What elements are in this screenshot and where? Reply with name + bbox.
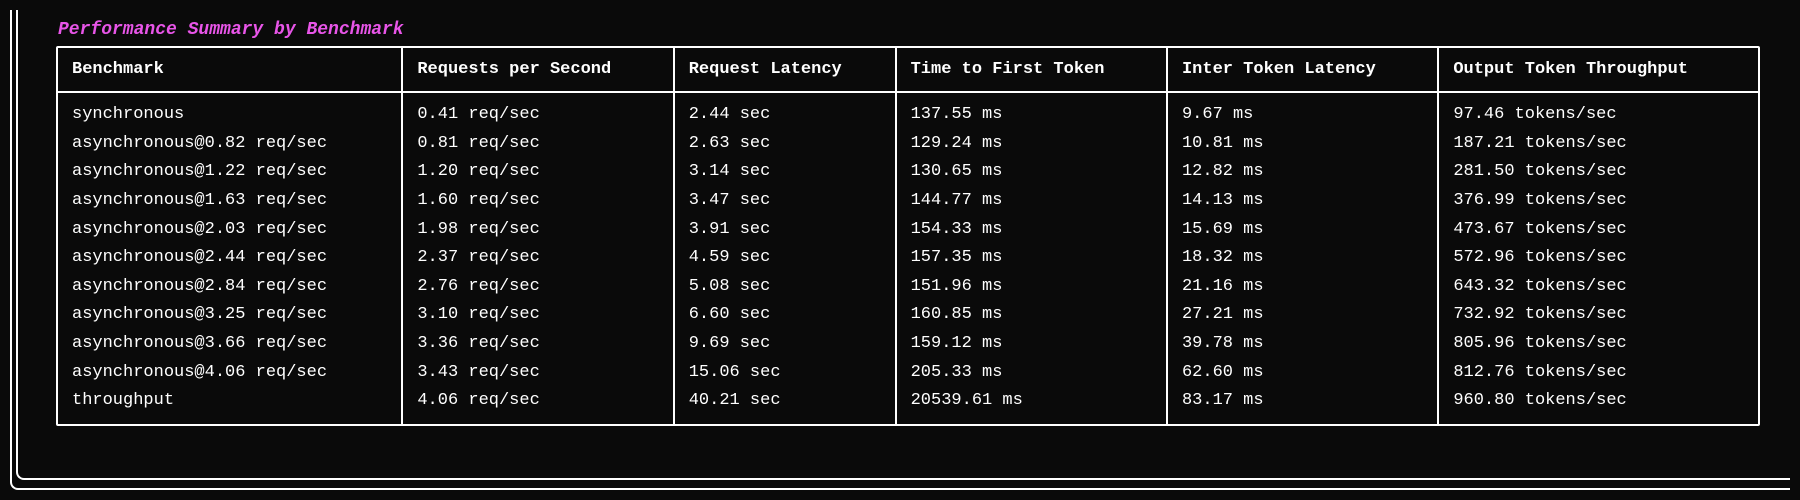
section-title: Performance Summary by Benchmark: [56, 20, 1760, 40]
table-row: asynchronous@0.82 req/sec0.81 req/sec2.6…: [58, 130, 1758, 159]
cell-benchmark: asynchronous@2.84 req/sec: [58, 273, 402, 302]
table-row: asynchronous@2.03 req/sec1.98 req/sec3.9…: [58, 216, 1758, 245]
table-body: synchronous0.41 req/sec2.44 sec137.55 ms…: [58, 92, 1758, 424]
cell-throughput: 187.21 tokens/sec: [1438, 130, 1758, 159]
col-header-itl: Inter Token Latency: [1167, 48, 1438, 92]
cell-latency: 2.44 sec: [674, 92, 896, 130]
cell-benchmark: synchronous: [58, 92, 402, 130]
cell-rps: 0.81 req/sec: [402, 130, 673, 159]
cell-throughput: 960.80 tokens/sec: [1438, 387, 1758, 424]
cell-benchmark: asynchronous@2.44 req/sec: [58, 244, 402, 273]
table-row: asynchronous@1.22 req/sec1.20 req/sec3.1…: [58, 158, 1758, 187]
cell-ttft: 154.33 ms: [896, 216, 1167, 245]
cell-itl: 14.13 ms: [1167, 187, 1438, 216]
cell-benchmark: asynchronous@4.06 req/sec: [58, 359, 402, 388]
cell-ttft: 160.85 ms: [896, 301, 1167, 330]
cell-latency: 2.63 sec: [674, 130, 896, 159]
cell-latency: 6.60 sec: [674, 301, 896, 330]
cell-ttft: 129.24 ms: [896, 130, 1167, 159]
cell-throughput: 281.50 tokens/sec: [1438, 158, 1758, 187]
col-header-throughput: Output Token Throughput: [1438, 48, 1758, 92]
cell-itl: 21.16 ms: [1167, 273, 1438, 302]
cell-itl: 83.17 ms: [1167, 387, 1438, 424]
cell-latency: 5.08 sec: [674, 273, 896, 302]
table-row: asynchronous@1.63 req/sec1.60 req/sec3.4…: [58, 187, 1758, 216]
table-row: asynchronous@3.66 req/sec3.36 req/sec9.6…: [58, 330, 1758, 359]
cell-benchmark: throughput: [58, 387, 402, 424]
table-row: synchronous0.41 req/sec2.44 sec137.55 ms…: [58, 92, 1758, 130]
outer-panel-border: Performance Summary by Benchmark Benchma…: [10, 10, 1790, 490]
cell-latency: 15.06 sec: [674, 359, 896, 388]
cell-ttft: 157.35 ms: [896, 244, 1167, 273]
cell-benchmark: asynchronous@3.66 req/sec: [58, 330, 402, 359]
cell-ttft: 144.77 ms: [896, 187, 1167, 216]
cell-ttft: 130.65 ms: [896, 158, 1167, 187]
cell-latency: 3.14 sec: [674, 158, 896, 187]
cell-throughput: 572.96 tokens/sec: [1438, 244, 1758, 273]
cell-throughput: 376.99 tokens/sec: [1438, 187, 1758, 216]
table-header-row: Benchmark Requests per Second Request La…: [58, 48, 1758, 92]
col-header-ttft: Time to First Token: [896, 48, 1167, 92]
cell-itl: 27.21 ms: [1167, 301, 1438, 330]
cell-rps: 1.60 req/sec: [402, 187, 673, 216]
table-wrapper: Benchmark Requests per Second Request La…: [56, 46, 1760, 426]
cell-rps: 3.36 req/sec: [402, 330, 673, 359]
cell-ttft: 137.55 ms: [896, 92, 1167, 130]
col-header-benchmark: Benchmark: [58, 48, 402, 92]
cell-latency: 9.69 sec: [674, 330, 896, 359]
cell-rps: 1.98 req/sec: [402, 216, 673, 245]
cell-latency: 40.21 sec: [674, 387, 896, 424]
cell-benchmark: asynchronous@3.25 req/sec: [58, 301, 402, 330]
cell-ttft: 151.96 ms: [896, 273, 1167, 302]
table-row: asynchronous@3.25 req/sec3.10 req/sec6.6…: [58, 301, 1758, 330]
table-row: asynchronous@2.84 req/sec2.76 req/sec5.0…: [58, 273, 1758, 302]
mid-panel-border: Performance Summary by Benchmark Benchma…: [16, 10, 1790, 480]
cell-rps: 0.41 req/sec: [402, 92, 673, 130]
cell-ttft: 159.12 ms: [896, 330, 1167, 359]
cell-itl: 10.81 ms: [1167, 130, 1438, 159]
cell-itl: 15.69 ms: [1167, 216, 1438, 245]
cell-throughput: 812.76 tokens/sec: [1438, 359, 1758, 388]
cell-itl: 9.67 ms: [1167, 92, 1438, 130]
cell-benchmark: asynchronous@2.03 req/sec: [58, 216, 402, 245]
cell-benchmark: asynchronous@0.82 req/sec: [58, 130, 402, 159]
performance-table: Benchmark Requests per Second Request La…: [58, 48, 1758, 424]
table-row: throughput4.06 req/sec40.21 sec20539.61 …: [58, 387, 1758, 424]
cell-latency: 4.59 sec: [674, 244, 896, 273]
cell-rps: 2.76 req/sec: [402, 273, 673, 302]
cell-itl: 18.32 ms: [1167, 244, 1438, 273]
col-header-rps: Requests per Second: [402, 48, 673, 92]
cell-rps: 3.10 req/sec: [402, 301, 673, 330]
cell-rps: 4.06 req/sec: [402, 387, 673, 424]
cell-rps: 3.43 req/sec: [402, 359, 673, 388]
cell-rps: 2.37 req/sec: [402, 244, 673, 273]
cell-benchmark: asynchronous@1.22 req/sec: [58, 158, 402, 187]
cell-latency: 3.47 sec: [674, 187, 896, 216]
cell-throughput: 643.32 tokens/sec: [1438, 273, 1758, 302]
table-row: asynchronous@4.06 req/sec3.43 req/sec15.…: [58, 359, 1758, 388]
performance-summary-container: Performance Summary by Benchmark Benchma…: [26, 10, 1790, 436]
table-row: asynchronous@2.44 req/sec2.37 req/sec4.5…: [58, 244, 1758, 273]
cell-rps: 1.20 req/sec: [402, 158, 673, 187]
cell-throughput: 732.92 tokens/sec: [1438, 301, 1758, 330]
cell-itl: 62.60 ms: [1167, 359, 1438, 388]
cell-latency: 3.91 sec: [674, 216, 896, 245]
cell-ttft: 20539.61 ms: [896, 387, 1167, 424]
cell-throughput: 473.67 tokens/sec: [1438, 216, 1758, 245]
cell-ttft: 205.33 ms: [896, 359, 1167, 388]
cell-throughput: 805.96 tokens/sec: [1438, 330, 1758, 359]
cell-benchmark: asynchronous@1.63 req/sec: [58, 187, 402, 216]
cell-itl: 12.82 ms: [1167, 158, 1438, 187]
col-header-latency: Request Latency: [674, 48, 896, 92]
cell-throughput: 97.46 tokens/sec: [1438, 92, 1758, 130]
cell-itl: 39.78 ms: [1167, 330, 1438, 359]
